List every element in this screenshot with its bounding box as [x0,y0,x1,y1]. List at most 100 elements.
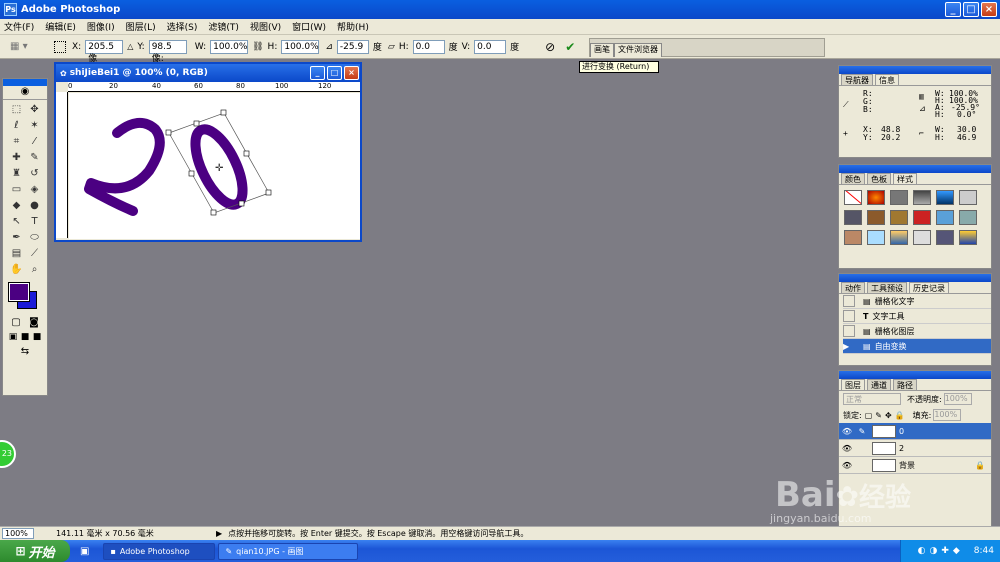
tab-actions[interactable]: 动作 [841,282,865,293]
style-swatch[interactable] [936,190,954,205]
style-swatch[interactable] [959,190,977,205]
style-swatch-none[interactable] [844,190,862,205]
style-swatch[interactable] [867,210,885,225]
hand-tool-icon[interactable]: ✋ [8,262,25,277]
tab-color[interactable]: 颜色 [841,173,865,184]
menu-window[interactable]: 窗口(W) [292,20,326,33]
shape-tool-icon[interactable]: ⬭ [26,230,43,245]
network-tray-icon[interactable]: ◐ [918,546,926,556]
brush-tool-icon[interactable]: ✎ [26,150,43,165]
canvas[interactable]: ✛ [69,93,360,239]
style-swatch[interactable] [936,230,954,245]
bucket-tool-icon[interactable]: ◈ [26,182,43,197]
task-photoshop[interactable]: ▪ Adobe Photoshop [103,542,216,560]
zoom-field[interactable]: 100% [2,528,34,539]
transform-handle[interactable] [193,120,200,127]
blend-mode-select[interactable]: 正常 [843,393,901,405]
style-swatch[interactable] [890,210,908,225]
magic-wand-icon[interactable]: ✶ [26,118,43,133]
notification-badge[interactable]: 23 [0,440,16,468]
volume-tray-icon[interactable]: ◑ [929,546,937,556]
lock-transparency-icon[interactable]: ▢ [865,411,873,420]
tab-swatches[interactable]: 色板 [867,173,891,184]
transform-handle[interactable] [238,200,245,207]
doc-close-button[interactable]: × [344,66,359,80]
tool-preset-icon[interactable]: ▦ ▾ [10,41,50,52]
tab-navigator[interactable]: 导航器 [841,74,873,85]
imageready-icon[interactable]: ⇆ [3,346,47,357]
marquee-tool-icon[interactable]: ⬚ [8,102,25,117]
quicklaunch-icon[interactable]: ▣ [80,546,89,557]
history-brush-icon[interactable]: ↺ [26,166,43,181]
stamp-tool-icon[interactable]: ♜ [8,166,25,181]
style-swatch[interactable] [844,230,862,245]
lock-all-icon[interactable]: 🔒 [895,411,905,420]
width-field[interactable]: 100.0% [210,39,249,54]
standard-mode-icon[interactable]: ▢ [11,317,20,328]
height-field[interactable]: 100.0% [281,39,320,54]
tab-info[interactable]: 信息 [875,74,899,85]
style-swatch[interactable] [867,190,885,205]
healing-brush-icon[interactable]: ✚ [8,150,25,165]
tab-layers[interactable]: 图层 [841,379,865,390]
angle-field[interactable]: -25.9 [336,39,369,54]
photoshop-eye-icon[interactable]: ◉ [3,86,47,100]
visibility-eye-icon[interactable]: 👁 [839,461,855,470]
ime-tray-icon[interactable]: ✚ [941,546,949,556]
menu-layer[interactable]: 图层(L) [126,20,156,33]
x-field[interactable]: 205.5 像 [85,39,124,64]
task-paint[interactable]: ✎ qian10.JPG - 画图 [218,542,359,560]
menu-help[interactable]: 帮助(H) [337,20,369,33]
maximize-button[interactable]: □ [963,2,979,17]
lock-move-icon[interactable]: ✥ [885,411,892,420]
style-swatch[interactable] [890,190,908,205]
style-swatch[interactable] [936,210,954,225]
style-swatch[interactable] [913,210,931,225]
security-tray-icon[interactable]: ◆ [953,546,960,556]
menu-select[interactable]: 选择(S) [167,20,198,33]
close-button[interactable]: × [981,2,997,17]
crop-tool-icon[interactable]: ⌗ [8,134,25,149]
eyedropper-icon[interactable]: ⟋ [26,246,43,261]
style-swatch[interactable] [959,210,977,225]
commit-transform-icon[interactable]: ✔ [565,40,575,54]
tab-history[interactable]: 历史记录 [909,282,949,293]
tab-channels[interactable]: 通道 [867,379,891,390]
history-item[interactable]: ▤ 栅格化文字 [843,294,991,309]
lasso-tool-icon[interactable]: ℓ [8,118,25,133]
transform-handle[interactable] [265,189,272,196]
screen-mode-full-icon[interactable]: ■ [21,332,30,342]
vskew-field[interactable]: 0.0 [474,39,507,54]
pen-tool-icon[interactable]: ✒ [8,230,25,245]
tab-styles[interactable]: 样式 [893,173,917,184]
style-swatch[interactable] [867,230,885,245]
notes-tool-icon[interactable]: ▤ [8,246,25,261]
layer-row-selected[interactable]: 👁 ✎ 0 [839,423,991,440]
dodge-tool-icon[interactable]: ● [26,198,43,213]
tab-brushes[interactable]: 画笔 [590,43,614,57]
y-field[interactable]: 98.5 像: [148,39,187,64]
start-button[interactable]: ⊞ 开始 [0,540,70,562]
foreground-color[interactable] [8,282,30,302]
history-item[interactable]: T 文字工具 [843,309,991,324]
transform-handle[interactable] [188,170,195,177]
tab-tool-presets[interactable]: 工具预设 [867,282,907,293]
quickmask-icon[interactable]: ◙ [29,317,39,328]
layer-row[interactable]: 👁 2 [839,440,991,457]
screen-mode-standard-icon[interactable]: ▣ [9,332,18,342]
minimize-button[interactable]: _ [945,2,961,17]
document-window[interactable]: ✿ shiJieBei1 @ 100% (0, RGB) _ □ × 0 20 … [54,62,362,242]
tab-paths[interactable]: 路径 [893,379,917,390]
transform-handle[interactable] [165,129,172,136]
document-titlebar[interactable]: ✿ shiJieBei1 @ 100% (0, RGB) _ □ × [56,64,360,82]
style-swatch[interactable] [913,230,931,245]
history-item-selected[interactable]: ▶ ▤ 自由变换 [843,339,991,354]
screen-mode-black-icon[interactable]: ■ [33,332,42,342]
transform-handle[interactable] [243,150,250,157]
eraser-tool-icon[interactable]: ▭ [8,182,25,197]
menu-view[interactable]: 视图(V) [250,20,281,33]
move-tool-icon[interactable]: ✥ [26,102,43,117]
link-icon[interactable]: ⛓ [252,42,263,52]
visibility-eye-icon[interactable]: 👁 [839,444,855,453]
fill-field[interactable]: 100% [933,409,962,421]
